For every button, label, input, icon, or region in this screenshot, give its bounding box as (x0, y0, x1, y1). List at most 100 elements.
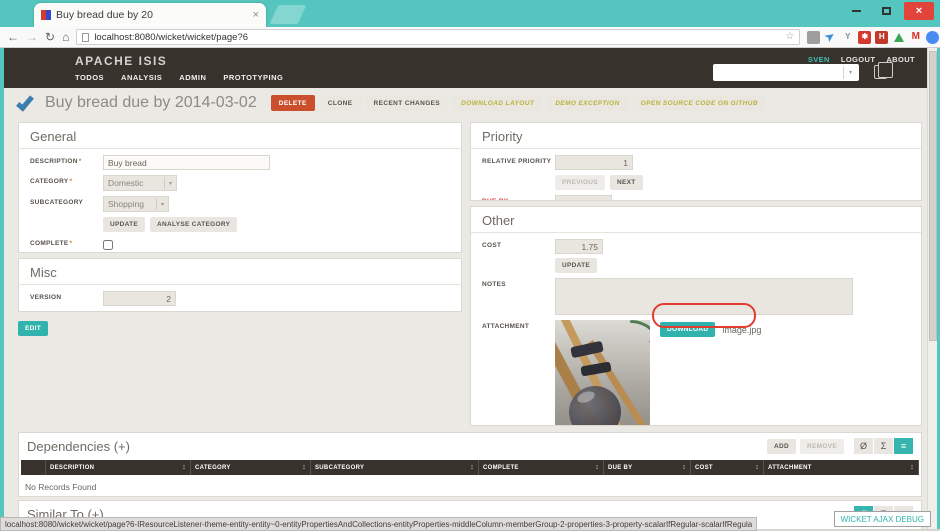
menu-item[interactable]: TODOS (75, 73, 104, 82)
download-button[interactable]: DOWNLOAD (660, 322, 715, 337)
search-input[interactable]: ▾ (713, 64, 859, 81)
scrollbar-thumb[interactable] (929, 51, 937, 341)
feather-extension-icon[interactable]: ➤ (822, 28, 840, 46)
description-label: DESCRIPTION (30, 158, 78, 165)
relative-priority-label: RELATIVE PRIORITY (482, 155, 555, 165)
app-header: APACHE ISIS TODOS ANALYSIS ADMIN PROTOTYPIN… (4, 48, 927, 88)
antenna-extension-icon[interactable]: Y (841, 31, 854, 44)
page-title: Buy bread due by 2014-03-02 (45, 94, 257, 112)
select-column-header (21, 460, 46, 475)
bookmark-star-icon[interactable]: ☆ (785, 32, 794, 42)
sort-icon[interactable]: ↕ (595, 464, 599, 471)
sort-icon[interactable]: ↕ (470, 464, 474, 471)
menu-item[interactable]: ADMIN (179, 73, 206, 82)
collection-tool-button[interactable]: Ø (854, 438, 873, 454)
dependencies-heading[interactable]: Dependencies (+) (27, 439, 767, 454)
back-icon[interactable]: ← (7, 31, 19, 43)
menu-item[interactable]: PROTOTYPING (223, 73, 283, 82)
column-header[interactable]: COST↕ (691, 460, 764, 475)
extension-icons: ➤ Y ✱ H M ≡ (807, 31, 940, 44)
sort-icon[interactable]: ↕ (910, 464, 914, 471)
update-cost-button[interactable]: UPDATE (555, 258, 597, 273)
collection-tool-button[interactable]: Σ (874, 438, 893, 454)
next-button[interactable]: NEXT (610, 175, 643, 190)
attachment-filename: image.jpg (722, 325, 761, 335)
general-panel: General DESCRIPTION* CATEGORY* Domestic▾… (18, 122, 462, 253)
home-icon[interactable]: ⌂ (62, 31, 69, 43)
forward-icon[interactable]: → (26, 31, 38, 43)
circle-extension-icon[interactable] (926, 31, 939, 44)
gmail-extension-icon[interactable]: M (909, 31, 922, 44)
todo-check-icon (16, 92, 34, 111)
drive-extension-icon[interactable] (892, 31, 905, 44)
copy-bookmark-icon[interactable] (874, 65, 887, 79)
minimize-button[interactable] (844, 2, 868, 20)
attachment-label: ATTACHMENT (482, 320, 555, 330)
subcategory-label: SUBCATEGORY (30, 196, 103, 206)
tab-title: Buy bread due by 20 (56, 9, 248, 21)
entity-action-button[interactable]: DEMO EXCEPTION (547, 95, 627, 111)
other-panel: Other COST UPDATE NOTES ATTACHMENT (470, 206, 922, 426)
collection-toolbar: ØΣ≡ (854, 438, 913, 454)
notes-label: NOTES (482, 278, 555, 288)
column-header[interactable]: ATTACHMENT↕ (764, 460, 919, 475)
due-by-label: DUE BY (482, 195, 555, 201)
tab-close-icon[interactable]: × (253, 10, 259, 21)
update-button[interactable]: UPDATE (103, 217, 145, 232)
maximize-button[interactable] (874, 2, 898, 20)
page-scrollbar[interactable] (927, 48, 937, 531)
description-input[interactable] (103, 155, 270, 170)
complete-checkbox[interactable] (103, 240, 113, 250)
entity-action-button[interactable]: CLONE (320, 95, 361, 111)
close-window-button[interactable]: × (904, 2, 934, 20)
column-header[interactable]: CATEGORY↕ (191, 460, 311, 475)
chevron-down-icon[interactable]: ▾ (843, 66, 857, 79)
browser-tab[interactable]: Buy bread due by 20 × (34, 3, 266, 27)
version-label: VERSION (30, 291, 103, 301)
user-link[interactable]: SVEN (808, 55, 830, 64)
required-marker: * (70, 178, 73, 185)
version-input (103, 291, 176, 306)
page-icon (82, 33, 89, 42)
analyse-category-button[interactable]: ANALYSE CATEGORY (150, 217, 237, 232)
wicket-ajax-debug[interactable]: WICKET AJAX DEBUG (834, 511, 931, 527)
empty-collection-text: No Records Found (19, 475, 921, 492)
screen: Buy bread due by 20 × × ← → ↻ ⌂ localhos… (0, 0, 940, 531)
sort-icon[interactable]: ↕ (682, 464, 686, 471)
h-extension-icon[interactable]: H (875, 31, 888, 44)
notes-textarea[interactable] (555, 278, 853, 315)
chevron-down-icon: ▾ (156, 198, 168, 210)
collection-tool-button[interactable]: ≡ (894, 438, 913, 454)
column-header[interactable]: COMPLETE↕ (479, 460, 604, 475)
refresh-icon[interactable]: ↻ (45, 31, 55, 43)
menu-item[interactable]: ANALYSIS (121, 73, 162, 82)
sort-icon[interactable]: ↕ (302, 464, 306, 471)
brand-logo[interactable]: APACHE ISIS (75, 54, 167, 68)
add-button[interactable]: ADD (767, 439, 796, 454)
url-input[interactable]: localhost:8080/wicket/wicket/page?6 ☆ (76, 29, 800, 45)
misc-heading: Misc (19, 259, 461, 285)
column-header[interactable]: DUE BY↕ (604, 460, 691, 475)
priority-heading: Priority (471, 123, 921, 149)
attachment-image (555, 320, 650, 426)
browser-urlbar: ← → ↻ ⌂ localhost:8080/wicket/wicket/pag… (0, 27, 940, 48)
entity-action-button[interactable]: RECENT CHANGES (366, 95, 449, 111)
sort-icon[interactable]: ↕ (755, 464, 759, 471)
main-menu: TODOS ANALYSIS ADMIN PROTOTYPING (75, 73, 283, 82)
extension-icon[interactable] (807, 31, 820, 44)
priority-panel: Priority RELATIVE PRIORITY PREVIOUS NEXT… (470, 122, 922, 201)
subcategory-select[interactable]: Shopping▾ (103, 196, 169, 212)
url-text[interactable]: localhost:8080/wicket/wicket/page?6 (94, 32, 780, 43)
column-header[interactable]: DESCRIPTION↕ (46, 460, 191, 475)
logout-link[interactable]: LOGOUT (841, 55, 875, 64)
browser-titlebar: Buy bread due by 20 × × (0, 0, 940, 27)
edit-button[interactable]: EDIT (18, 321, 48, 336)
column-header[interactable]: SUBCATEGORY↕ (311, 460, 479, 475)
sort-icon[interactable]: ↕ (182, 464, 186, 471)
entity-action-button[interactable]: OPEN SOURCE CODE ON GITHUB (633, 95, 766, 111)
new-tab-button[interactable] (270, 5, 306, 24)
category-select[interactable]: Domestic▾ (103, 175, 177, 191)
entity-action-button[interactable]: DOWNLOAD LAYOUT (453, 95, 542, 111)
asterisk-extension-icon[interactable]: ✱ (858, 31, 871, 44)
entity-action-button[interactable]: DELETE (271, 95, 315, 111)
